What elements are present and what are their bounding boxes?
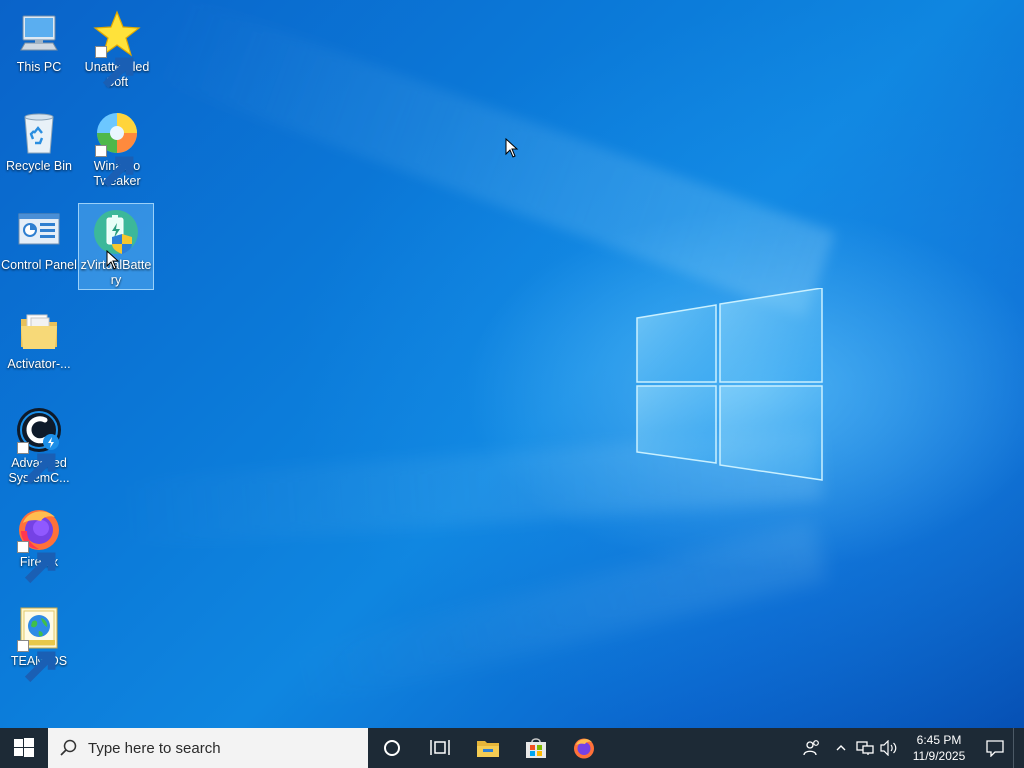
winaero-tweaker-icon xyxy=(93,109,141,188)
light-beam xyxy=(146,0,836,318)
shortcut-arrow-icon xyxy=(95,145,134,188)
network-icon xyxy=(856,741,874,755)
taskbar: 6:45 PM 11/9/2025 xyxy=(0,728,1024,768)
search-icon xyxy=(60,739,77,756)
microsoft-store-icon xyxy=(526,738,546,758)
taskbar-search-box[interactable] xyxy=(48,728,368,768)
light-beam xyxy=(269,520,828,715)
task-view-button[interactable] xyxy=(416,728,464,768)
firefox-icon xyxy=(574,738,594,759)
shortcut-arrow-icon xyxy=(95,46,134,89)
task-view-icon xyxy=(430,740,450,755)
desktop-icon-advanced-systemcare[interactable]: Advanced SystemC... xyxy=(1,402,77,486)
notification-icon xyxy=(986,740,1004,757)
desktop-icon-zvirtualbattery[interactable]: zVirtualBattery xyxy=(78,203,154,290)
shortcut-arrow-icon xyxy=(17,640,56,683)
globe-document-icon xyxy=(15,604,63,683)
volume-button[interactable] xyxy=(877,728,901,768)
shortcut-arrow-icon xyxy=(17,442,56,485)
cortana-icon xyxy=(384,740,400,756)
people-button[interactable] xyxy=(795,728,829,768)
desktop-icon-label: This PC xyxy=(16,60,62,74)
desktop-icon-label: Activator-... xyxy=(7,357,71,371)
desktop-icon-label: Control Panel xyxy=(1,258,77,272)
recycle-bin-icon xyxy=(15,109,63,157)
start-button[interactable] xyxy=(0,728,48,768)
desktop-icon-label: Recycle Bin xyxy=(6,159,72,173)
desktop-icon-team-os[interactable]: TEAM OS xyxy=(1,600,77,683)
show-hidden-chevron-icon xyxy=(836,745,846,751)
desktop-icon-unattended-soft[interactable]: Unattended Soft xyxy=(79,6,155,90)
taskbar-clock[interactable]: 6:45 PM 11/9/2025 xyxy=(907,732,971,764)
star-icon xyxy=(93,10,141,89)
cortana-button[interactable] xyxy=(368,728,416,768)
volume-icon xyxy=(880,740,897,756)
clock-date: 11/9/2025 xyxy=(912,749,966,763)
microsoft-store-button[interactable] xyxy=(512,728,560,768)
clock-time: 6:45 PM xyxy=(916,733,962,747)
desktop-icon-this-pc[interactable]: This PC xyxy=(1,6,77,75)
advanced-systemcare-icon xyxy=(15,406,63,485)
desktop-icon-control-panel[interactable]: Control Panel xyxy=(1,204,77,273)
desktop-icon-winaero-tweaker[interactable]: Winaero Tweaker xyxy=(79,105,155,189)
desktop-icon-firefox[interactable]: Firefox xyxy=(1,501,77,584)
desktop-icon-activator[interactable]: Activator-... xyxy=(1,303,77,372)
people-icon xyxy=(803,740,819,756)
system-tray: 6:45 PM 11/9/2025 xyxy=(795,728,1024,768)
firefox-taskbar-button[interactable] xyxy=(560,728,608,768)
desktop[interactable]: This PC Recycle Bin Control Panel Activa… xyxy=(0,0,1024,728)
file-explorer-button[interactable] xyxy=(464,728,512,768)
battery-shield-icon xyxy=(92,208,140,256)
network-button[interactable] xyxy=(853,728,877,768)
mouse-cursor-icon xyxy=(505,138,519,158)
desktop-icon-recycle-bin[interactable]: Recycle Bin xyxy=(1,105,77,174)
this-pc-icon xyxy=(15,10,63,58)
firefox-icon xyxy=(15,505,63,584)
control-panel-icon xyxy=(15,208,63,256)
folder-icon xyxy=(15,307,63,355)
show-hidden-icons-button[interactable] xyxy=(829,728,853,768)
shortcut-arrow-icon xyxy=(17,541,56,584)
windows-start-icon xyxy=(14,738,34,757)
search-input[interactable] xyxy=(88,739,348,757)
windows-logo-wallpaper-icon xyxy=(636,288,823,481)
show-desktop-button[interactable] xyxy=(1013,728,1024,768)
mouse-cursor-icon xyxy=(106,250,120,270)
action-center-button[interactable] xyxy=(977,728,1013,768)
file-explorer-icon xyxy=(477,741,499,757)
